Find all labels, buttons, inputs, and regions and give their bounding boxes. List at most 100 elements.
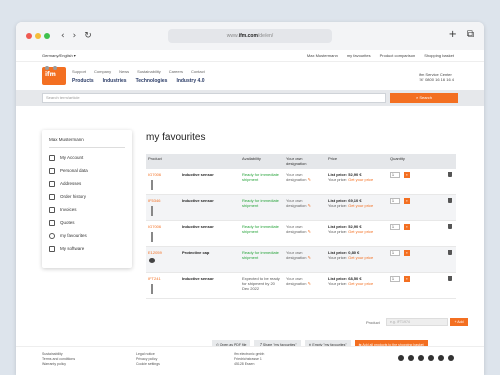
add-to-cart-button[interactable]: ▪ bbox=[404, 224, 410, 230]
edit-pencil-icon[interactable]: ✎ bbox=[308, 203, 311, 208]
nav-industries[interactable]: Industries bbox=[103, 78, 127, 84]
product-image[interactable] bbox=[151, 232, 153, 242]
product-number[interactable]: IG7006 bbox=[148, 172, 178, 177]
nav-contact[interactable]: Contact bbox=[191, 69, 205, 74]
product-number[interactable]: IF5346 bbox=[148, 198, 178, 203]
xing-icon[interactable] bbox=[448, 355, 454, 361]
sidebar-item-addresses[interactable]: Addresses bbox=[49, 177, 125, 190]
ifm-logo[interactable]: ifm bbox=[42, 66, 66, 85]
maximize-window-dot[interactable] bbox=[44, 33, 50, 39]
add-to-cart-button[interactable]: ▪ bbox=[404, 198, 410, 204]
nav-sustainability[interactable]: Sustainability bbox=[137, 69, 161, 74]
designation-text: Your own designation bbox=[286, 172, 307, 182]
forward-icon[interactable]: › bbox=[73, 31, 77, 41]
quantity-stepper[interactable]: 1 bbox=[390, 276, 400, 282]
nav-support[interactable]: Support bbox=[72, 69, 86, 74]
sidebar-item-invoices[interactable]: Invoices bbox=[49, 203, 125, 216]
add-product-button[interactable]: + Add bbox=[450, 318, 468, 326]
trash-icon[interactable] bbox=[448, 172, 452, 177]
sidebar-item-order-history[interactable]: Order history bbox=[49, 190, 125, 203]
sidebar-item-software[interactable]: My software bbox=[49, 242, 125, 255]
get-price-link[interactable]: Get your price bbox=[348, 177, 373, 182]
facebook-icon[interactable] bbox=[408, 355, 414, 361]
sidebar-item-favourites[interactable]: my favourites bbox=[49, 229, 125, 242]
search-button[interactable]: ⌕ Search bbox=[390, 93, 458, 103]
trash-icon[interactable] bbox=[448, 198, 452, 203]
product-name[interactable]: Protective cap bbox=[182, 250, 238, 255]
availability-text: Ready for immediate shipment bbox=[242, 198, 279, 208]
footer: Sustainability Terms and conditions Warr… bbox=[16, 346, 484, 375]
product-image[interactable] bbox=[151, 180, 153, 190]
nav-products[interactable]: Products bbox=[72, 78, 94, 84]
user-icon bbox=[49, 154, 55, 161]
edit-pencil-icon[interactable]: ✎ bbox=[308, 229, 311, 234]
edit-pencil-icon[interactable]: ✎ bbox=[308, 177, 311, 182]
product-number[interactable]: IFT241 bbox=[148, 276, 178, 281]
trash-icon[interactable] bbox=[448, 224, 452, 229]
product-name[interactable]: Inductive sensor bbox=[182, 172, 238, 177]
locale-selector[interactable]: Germany/English ▾ bbox=[42, 53, 76, 58]
your-price-label: Your price: bbox=[328, 177, 349, 182]
edit-pencil-icon[interactable]: ✎ bbox=[308, 255, 311, 260]
product-image[interactable] bbox=[151, 206, 153, 216]
product-name[interactable]: Inductive sensor bbox=[182, 224, 238, 229]
x-icon[interactable] bbox=[438, 355, 444, 361]
url-path: /de/en/ bbox=[257, 33, 274, 39]
user-link[interactable]: Max Mustermann bbox=[307, 53, 338, 58]
quantity-stepper[interactable]: 1 bbox=[390, 224, 400, 230]
nav-company[interactable]: Company bbox=[94, 69, 111, 74]
tabs-icon[interactable]: ⧉ bbox=[467, 29, 474, 40]
footer-link[interactable]: Cookie settings bbox=[136, 362, 160, 367]
minimize-window-dot[interactable] bbox=[35, 33, 41, 39]
reload-icon[interactable]: ↻ bbox=[84, 31, 92, 41]
nav-industry-40[interactable]: Industry 4.0 bbox=[176, 78, 204, 84]
youtube-icon[interactable] bbox=[428, 355, 434, 361]
address-bar[interactable]: www.ifm.com/de/en/ bbox=[168, 29, 332, 43]
search-input[interactable]: Search term/article bbox=[42, 93, 386, 103]
product-name[interactable]: Inductive sensor bbox=[182, 198, 238, 203]
add-to-cart-button[interactable]: ▪ bbox=[404, 172, 410, 178]
get-price-link[interactable]: Get your price bbox=[348, 229, 373, 234]
sidebar-item-quotes[interactable]: Quotes bbox=[49, 216, 125, 229]
comparison-link[interactable]: Product comparison bbox=[380, 53, 416, 58]
sidebar-item-my-account[interactable]: My Account bbox=[49, 151, 125, 164]
trash-icon[interactable] bbox=[448, 276, 452, 281]
new-tab-icon[interactable]: + bbox=[448, 29, 456, 40]
product-image[interactable] bbox=[151, 284, 153, 294]
add-to-cart-button[interactable]: ▪ bbox=[404, 276, 410, 282]
sidebar-item-label: Personal data bbox=[60, 168, 88, 173]
footer-link[interactable]: Warranty policy bbox=[42, 362, 75, 367]
nav-careers[interactable]: Careers bbox=[169, 69, 183, 74]
trash-icon[interactable] bbox=[448, 250, 452, 255]
quantity-stepper[interactable]: 1 bbox=[390, 172, 400, 178]
service-center: ifm Service Center ☏ 0800 16 16 16 4 bbox=[419, 72, 454, 82]
quantity-stepper[interactable]: 1 bbox=[390, 250, 400, 256]
linkedin-icon[interactable] bbox=[418, 355, 424, 361]
designation-text: Your own designation bbox=[286, 276, 307, 286]
product-image[interactable] bbox=[149, 258, 155, 263]
page-title: my favourites bbox=[146, 132, 206, 143]
product-name[interactable]: Inductive sensor bbox=[182, 276, 238, 281]
product-number[interactable]: E12059 bbox=[148, 250, 178, 255]
instagram-icon[interactable] bbox=[398, 355, 404, 361]
history-icon bbox=[49, 193, 55, 200]
close-window-dot[interactable] bbox=[26, 33, 32, 39]
favourites-link[interactable]: my favourites bbox=[347, 53, 371, 58]
back-icon[interactable]: ‹ bbox=[61, 31, 65, 41]
get-price-link[interactable]: Get your price bbox=[348, 281, 373, 286]
service-phone[interactable]: ☏ 0800 16 16 16 4 bbox=[419, 77, 454, 82]
header-spacer bbox=[180, 154, 240, 169]
social-links bbox=[398, 355, 454, 361]
cart-link[interactable]: Shopping basket bbox=[424, 53, 454, 58]
product-number[interactable]: IG7006 bbox=[148, 224, 178, 229]
table-header: Product Availability Your own designatio… bbox=[146, 154, 456, 169]
nav-news[interactable]: News bbox=[119, 69, 129, 74]
add-to-cart-button[interactable]: ▪ bbox=[404, 250, 410, 256]
sidebar-item-personal-data[interactable]: Personal data bbox=[49, 164, 125, 177]
quantity-stepper[interactable]: 1 bbox=[390, 198, 400, 204]
get-price-link[interactable]: Get your price bbox=[348, 255, 373, 260]
add-product-input[interactable]: e.g. IFT1974 bbox=[386, 318, 448, 326]
nav-technologies[interactable]: Technologies bbox=[136, 78, 168, 84]
get-price-link[interactable]: Get your price bbox=[348, 203, 373, 208]
edit-pencil-icon[interactable]: ✎ bbox=[308, 281, 311, 286]
